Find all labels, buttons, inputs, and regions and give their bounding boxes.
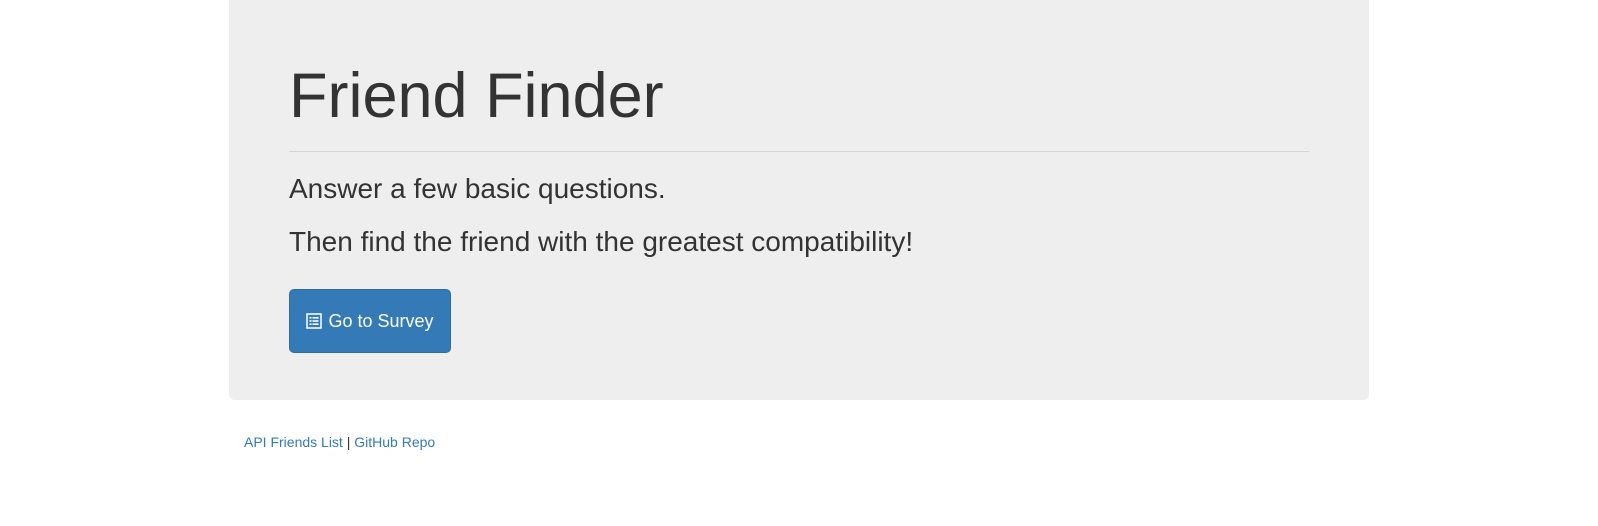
page-title: Friend Finder [289, 61, 664, 131]
divider [289, 151, 1309, 152]
lead-text-line-1: Answer a few basic questions. [289, 173, 666, 204]
api-friends-list-link[interactable]: API Friends List [244, 434, 343, 450]
go-to-survey-label: Go to Survey [328, 310, 434, 331]
footer-separator: | [346, 434, 351, 450]
list-alt-icon [306, 313, 323, 329]
lead-text-line-2: Then find the friend with the greatest c… [289, 226, 914, 257]
jumbotron: Friend Finder Answer a few basic questio… [229, 0, 1369, 400]
github-repo-link[interactable]: GitHub Repo [354, 434, 435, 450]
footer: API Friends List | GitHub Repo [244, 432, 435, 452]
go-to-survey-button[interactable]: Go to Survey [289, 289, 451, 353]
